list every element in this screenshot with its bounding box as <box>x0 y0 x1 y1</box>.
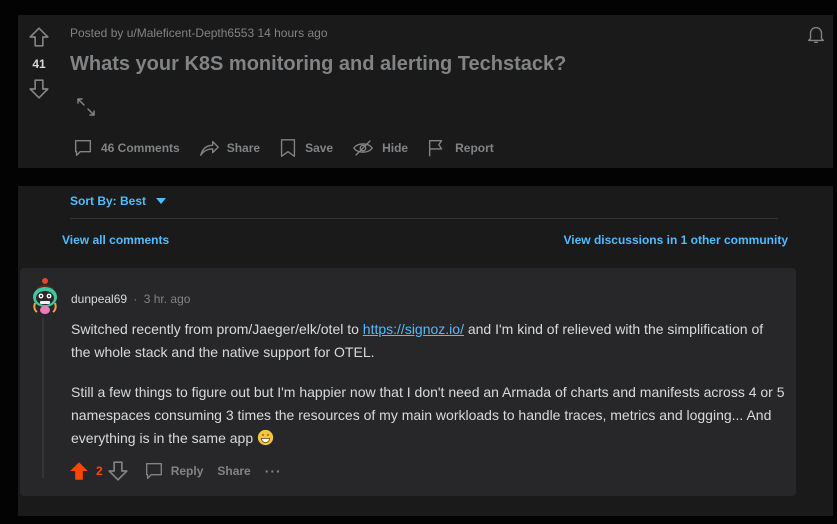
comment-icon <box>74 139 92 157</box>
comments-label: 46 Comments <box>101 141 180 155</box>
post-meta: Posted by u/Maleficent-Depth6553 14 hour… <box>70 26 328 40</box>
downvote-icon[interactable] <box>107 460 129 482</box>
more-options-label: ··· <box>264 463 282 479</box>
comment-paragraph-2: Still a few things to figure out but I'm… <box>71 381 786 450</box>
bell-icon[interactable] <box>805 23 829 47</box>
caret-down-icon <box>156 198 167 204</box>
hide-button[interactable]: Hide <box>347 134 412 162</box>
comment-paragraph-1: Switched recently from prom/Jaeger/elk/o… <box>71 318 786 364</box>
comment-separator: · <box>133 292 138 306</box>
comment-text: Still a few things to figure out but I'm… <box>71 384 785 446</box>
divider <box>70 218 778 219</box>
post-title[interactable]: Whats your K8S monitoring and alerting T… <box>70 53 566 76</box>
expand-icon[interactable] <box>74 95 98 119</box>
emoji-icon <box>257 429 274 446</box>
post-actions: 46 Comments Share Save Hide Report <box>68 134 508 162</box>
save-label: Save <box>305 141 334 155</box>
post-vote-count: 41 <box>32 57 46 71</box>
save-icon <box>280 139 296 157</box>
comment-card: dunpeal69 · 3 hr. ago Switched recently … <box>20 268 796 496</box>
report-button[interactable]: Report <box>422 134 498 162</box>
hide-label: Hide <box>382 141 409 155</box>
sort-dropdown[interactable]: Sort By: Best <box>70 194 167 208</box>
report-icon <box>429 139 443 157</box>
post-vote-column: 41 <box>18 15 60 101</box>
save-button[interactable]: Save <box>274 134 337 162</box>
comments-button[interactable]: 46 Comments <box>68 134 184 162</box>
comment-share-label: Share <box>217 464 251 478</box>
comment-time[interactable]: 3 hr. ago <box>144 292 191 306</box>
view-all-comments-link[interactable]: View all comments <box>62 233 169 247</box>
reply-button[interactable]: Reply <box>143 460 204 482</box>
thread-line[interactable] <box>42 318 44 478</box>
share-icon <box>199 140 219 157</box>
comment-author[interactable]: dunpeal69 <box>71 292 127 306</box>
upvote-icon[interactable] <box>27 25 51 49</box>
comment-actions: 2 Reply Share ··· <box>68 460 282 482</box>
share-button[interactable]: Share <box>194 134 264 162</box>
share-label: Share <box>226 141 261 155</box>
sort-label: Sort By: Best <box>70 194 147 208</box>
signoz-link[interactable]: https://signoz.io/ <box>363 321 464 337</box>
comment-share-button[interactable]: Share <box>217 464 250 478</box>
comment-text: Switched recently from prom/Jaeger/elk/o… <box>71 321 363 337</box>
reply-label: Reply <box>170 464 204 478</box>
more-options-button[interactable]: ··· <box>265 463 282 479</box>
reply-icon <box>145 462 162 480</box>
comment-body: Switched recently from prom/Jaeger/elk/o… <box>71 318 786 467</box>
report-label: Report <box>455 141 494 155</box>
downvote-icon[interactable] <box>27 77 51 101</box>
comment-header: dunpeal69 · 3 hr. ago <box>71 292 190 306</box>
view-other-community-link[interactable]: View discussions in 1 other community <box>563 233 788 247</box>
hide-icon <box>353 140 374 156</box>
comment-vote-count: 2 <box>96 464 103 478</box>
upvote-icon[interactable] <box>68 460 90 482</box>
post-card: 41 Posted by u/Maleficent-Depth6553 14 h… <box>18 15 833 168</box>
avatar[interactable] <box>29 276 61 316</box>
